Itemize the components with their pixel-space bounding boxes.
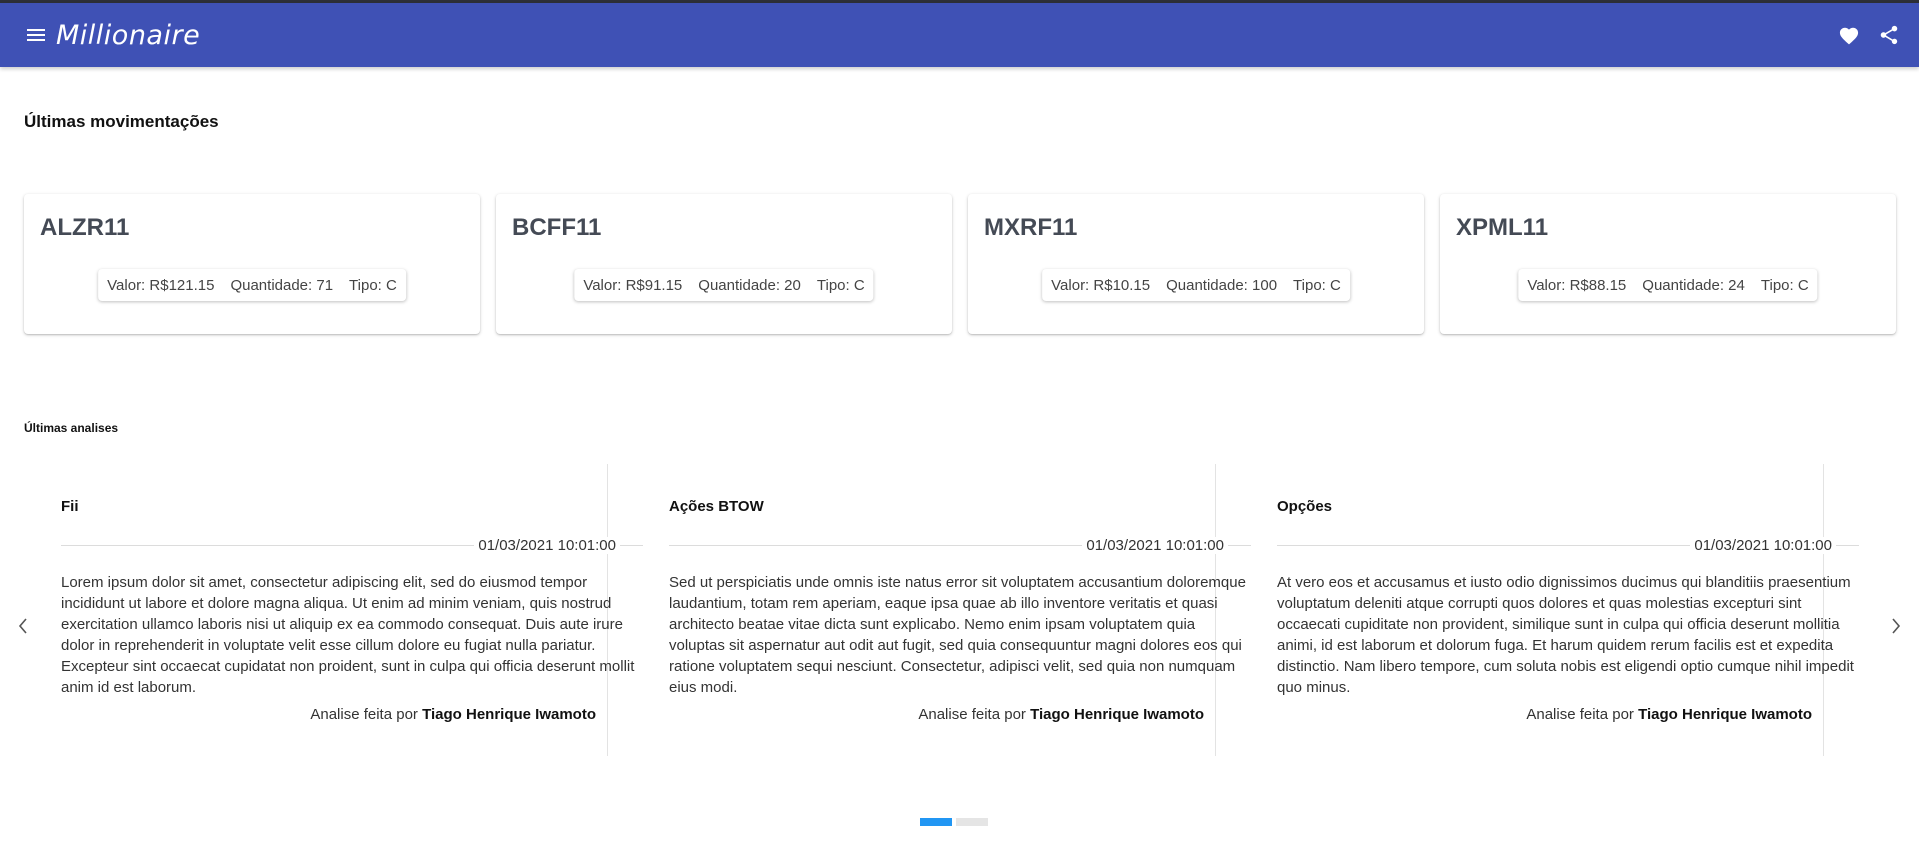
author-name: Tiago Henrique Iwamoto xyxy=(1638,706,1812,723)
share-icon[interactable] xyxy=(1877,23,1901,47)
stock-card: ALZR11 Valor: R$121.15 Quantidade: 71 Ti… xyxy=(24,194,480,334)
stock-details-chip: Valor: R$121.15 Quantidade: 71 Tipo: C xyxy=(98,269,406,301)
stock-quantidade: Quantidade: 100 xyxy=(1166,276,1278,294)
heart-icon[interactable] xyxy=(1837,23,1861,47)
author-prefix: Analise feita por xyxy=(310,706,418,723)
author-prefix: Analise feita por xyxy=(918,706,1026,723)
stock-tipo: Tipo: C xyxy=(349,276,397,294)
stock-details-chip: Valor: R$91.15 Quantidade: 20 Tipo: C xyxy=(574,269,874,301)
analise-slide: Ações BTOW 01/03/2021 10:01:00 Sed ut pe… xyxy=(608,464,1251,756)
app-bar: Millionaire xyxy=(0,3,1919,67)
stock-valor: Valor: R$10.15 xyxy=(1051,276,1151,294)
analise-title: Opções xyxy=(1277,498,1333,515)
stock-ticker: XPML11 xyxy=(1456,214,1549,241)
stock-quantidade: Quantidade: 20 xyxy=(698,276,801,294)
stock-tipo: Tipo: C xyxy=(1293,276,1341,294)
stock-card: MXRF11 Valor: R$10.15 Quantidade: 100 Ti… xyxy=(968,194,1424,334)
stock-valor: Valor: R$91.15 xyxy=(583,276,683,294)
stock-quantidade: Quantidade: 24 xyxy=(1642,276,1745,294)
stock-ticker: ALZR11 xyxy=(40,214,130,241)
menu-icon[interactable] xyxy=(24,23,48,47)
stock-tipo: Tipo: C xyxy=(816,276,865,294)
analise-text: At vero eos et accusamus et iusto odio d… xyxy=(1277,574,1854,696)
analises-carousel: Fii 01/03/2021 10:01:00 Lorem ipsum dolo… xyxy=(0,464,1919,764)
analise-date: 01/03/2021 10:01:00 xyxy=(1690,537,1836,554)
carousel-page-1[interactable] xyxy=(920,818,952,826)
stock-tipo: Tipo: C xyxy=(1760,276,1809,294)
analise-date-row: 01/03/2021 10:01:00 xyxy=(669,535,1251,555)
analise-text: Sed ut perspiciatis unde omnis iste natu… xyxy=(669,574,1246,696)
app-title: Millionaire xyxy=(56,19,201,51)
chevron-right-icon[interactable] xyxy=(1884,614,1908,638)
author-name: Tiago Henrique Iwamoto xyxy=(1030,706,1204,723)
author-prefix: Analise feita por xyxy=(1526,706,1634,723)
analises-title: Últimas analises xyxy=(24,421,119,435)
analise-title: Fii xyxy=(61,498,79,515)
author-name: Tiago Henrique Iwamoto xyxy=(422,706,596,723)
stock-ticker: BCFF11 xyxy=(512,214,602,241)
app-bar-actions xyxy=(1837,23,1901,47)
stock-card: BCFF11 Valor: R$91.15 Quantidade: 20 Tip… xyxy=(496,194,952,334)
stock-details-chip: Valor: R$88.15 Quantidade: 24 Tipo: C xyxy=(1518,269,1818,301)
analise-slide: Opções 01/03/2021 10:01:00 At vero eos e… xyxy=(1216,464,1859,756)
analise-author-line: Analise feita por Tiago Henrique Iwamoto xyxy=(1526,706,1812,723)
stock-details-chip: Valor: R$10.15 Quantidade: 100 Tipo: C xyxy=(1042,269,1350,301)
analise-date: 01/03/2021 10:01:00 xyxy=(474,537,620,554)
analise-date-row: 01/03/2021 10:01:00 xyxy=(61,535,643,555)
stock-ticker: MXRF11 xyxy=(984,214,1078,241)
carousel-pagination xyxy=(920,818,988,826)
carousel-page-2[interactable] xyxy=(956,818,988,826)
analise-slide: Fii 01/03/2021 10:01:00 Lorem ipsum dolo… xyxy=(0,464,643,756)
movimentacoes-title: Últimas movimentações xyxy=(24,112,219,131)
stock-quantidade: Quantidade: 71 xyxy=(230,276,334,294)
stock-valor: Valor: R$88.15 xyxy=(1527,276,1627,294)
analise-date: 01/03/2021 10:01:00 xyxy=(1082,537,1228,554)
stock-valor: Valor: R$121.15 xyxy=(107,276,215,294)
analise-text: Lorem ipsum dolor sit amet, consectetur … xyxy=(61,574,635,696)
analise-date-row: 01/03/2021 10:01:00 xyxy=(1277,535,1859,555)
analise-title: Ações BTOW xyxy=(669,498,764,515)
stock-card: XPML11 Valor: R$88.15 Quantidade: 24 Tip… xyxy=(1440,194,1896,334)
analise-author-line: Analise feita por Tiago Henrique Iwamoto xyxy=(918,706,1204,723)
stock-cards: ALZR11 Valor: R$121.15 Quantidade: 71 Ti… xyxy=(24,194,1896,334)
analise-author-line: Analise feita por Tiago Henrique Iwamoto xyxy=(310,706,596,723)
